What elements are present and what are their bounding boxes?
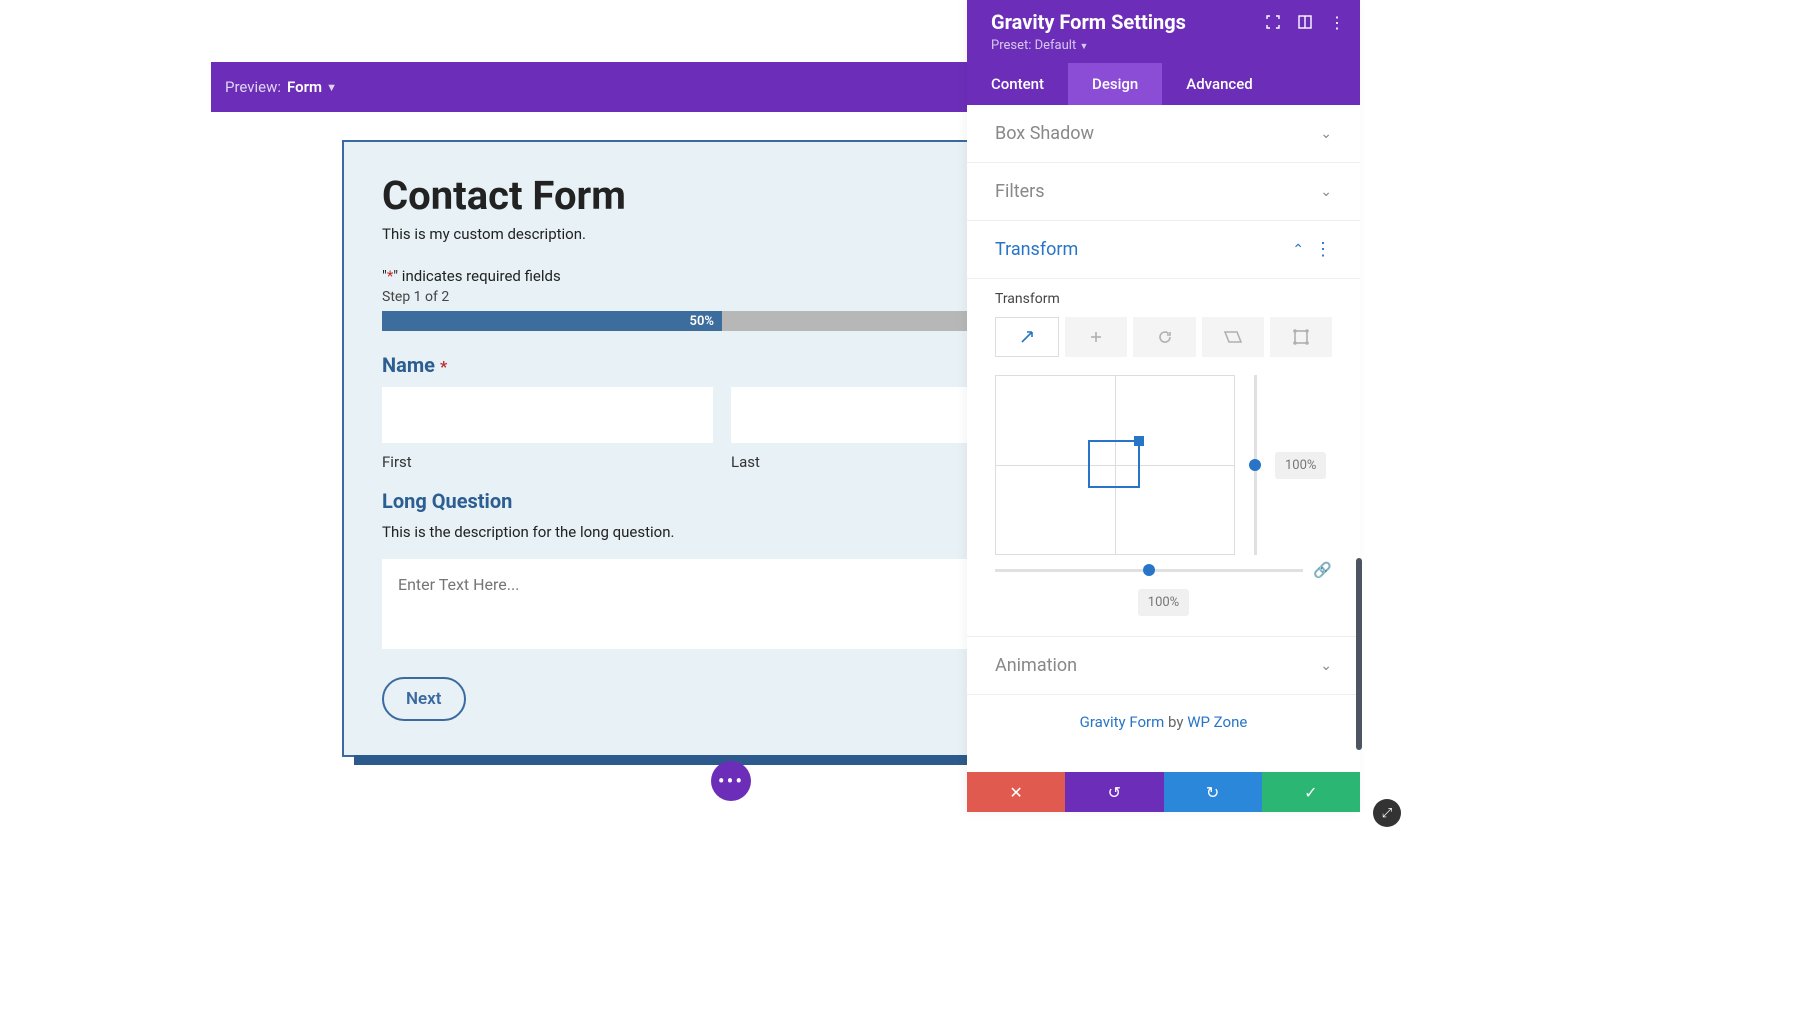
transform-tool-translate[interactable]: [1065, 317, 1127, 357]
undo-button[interactable]: ↺: [1065, 772, 1163, 812]
close-button[interactable]: ✕: [967, 772, 1065, 812]
panel-footer: ✕ ↺ ↻ ✓: [967, 772, 1360, 812]
name-field-label: Name *: [382, 353, 1062, 377]
transform-tool-scale[interactable]: [995, 317, 1059, 357]
tab-content[interactable]: Content: [967, 63, 1068, 105]
long-question-label: Long Question: [382, 489, 1062, 513]
chevron-down-icon: ⌄: [1320, 126, 1332, 142]
star-icon: *: [440, 357, 447, 376]
more-vert-icon[interactable]: ⋮: [1314, 239, 1332, 260]
confirm-button[interactable]: ✓: [1262, 772, 1360, 812]
redo-button[interactable]: ↻: [1164, 772, 1262, 812]
required-note: "*" indicates required fields: [382, 267, 1062, 285]
scrollbar[interactable]: [1356, 558, 1362, 750]
transform-tool-rotate[interactable]: [1133, 317, 1195, 357]
transform-tool-row: [995, 317, 1332, 357]
form-description: This is my custom description.: [382, 225, 1062, 243]
long-question-textarea[interactable]: [382, 559, 1062, 649]
step-label: Step 1 of 2: [382, 289, 1062, 305]
slider-thumb[interactable]: [1249, 459, 1261, 471]
panel-tabs: Content Design Advanced: [967, 63, 1360, 105]
first-name-input[interactable]: [382, 387, 713, 443]
slider-thumb[interactable]: [1143, 564, 1155, 576]
transform-tool-origin[interactable]: [1270, 317, 1332, 357]
layout-icon[interactable]: [1298, 15, 1312, 29]
settings-panel: Gravity Form Settings ⋮ Preset: Default …: [967, 0, 1360, 812]
tab-advanced[interactable]: Advanced: [1162, 63, 1276, 105]
transform-handle-box[interactable]: [1088, 440, 1140, 488]
chevron-down-icon: ⌄: [1320, 184, 1332, 200]
transform-body: Transform: [967, 279, 1360, 637]
chevron-up-icon: ⌃: [1292, 242, 1304, 258]
caret-down-icon[interactable]: ▼: [326, 81, 337, 94]
brand-link[interactable]: Gravity Form: [1080, 713, 1165, 731]
chevron-down-icon: ⌄: [1320, 658, 1332, 674]
caret-down-icon: ▼: [1079, 42, 1088, 52]
resize-handle-icon[interactable]: [1134, 436, 1144, 446]
footer-credit: Gravity Form by WP Zone: [967, 695, 1360, 749]
focus-icon[interactable]: [1266, 15, 1280, 29]
form-title: Contact Form: [382, 172, 1062, 219]
section-filters[interactable]: Filters ⌄: [967, 163, 1360, 221]
section-box-shadow[interactable]: Box Shadow ⌄: [967, 105, 1360, 163]
transform-tool-skew[interactable]: [1202, 317, 1264, 357]
horizontal-slider[interactable]: [995, 569, 1303, 572]
transform-canvas[interactable]: [995, 375, 1235, 555]
floating-actions-button[interactable]: •••: [711, 761, 751, 801]
v-percent-badge: 100%: [1275, 452, 1326, 479]
next-button[interactable]: Next: [382, 677, 466, 721]
first-sublabel: First: [382, 453, 713, 471]
long-question-desc: This is the description for the long que…: [382, 523, 1062, 541]
transform-sublabel: Transform: [995, 291, 1332, 307]
more-vert-icon[interactable]: ⋮: [1330, 15, 1344, 29]
h-percent-badge: 100%: [1138, 589, 1189, 616]
section-transform[interactable]: Transform ⌃ ⋮: [967, 221, 1360, 279]
vertical-slider[interactable]: [1245, 375, 1265, 555]
panel-preset[interactable]: Preset: Default ▼: [991, 38, 1344, 53]
expand-button[interactable]: ⤢: [1373, 799, 1401, 827]
preview-label: Preview:: [225, 78, 281, 96]
tab-design[interactable]: Design: [1068, 63, 1162, 105]
panel-title: Gravity Form Settings: [991, 10, 1186, 34]
link-icon[interactable]: 🔗: [1313, 561, 1332, 579]
preview-mode[interactable]: Form: [287, 78, 322, 96]
progress-bar: 50%: [382, 311, 1062, 331]
panel-header: Gravity Form Settings ⋮ Preset: Default …: [967, 0, 1360, 63]
section-animation[interactable]: Animation ⌄: [967, 637, 1360, 695]
author-link[interactable]: WP Zone: [1187, 713, 1247, 731]
progress-fill: 50%: [382, 311, 722, 331]
